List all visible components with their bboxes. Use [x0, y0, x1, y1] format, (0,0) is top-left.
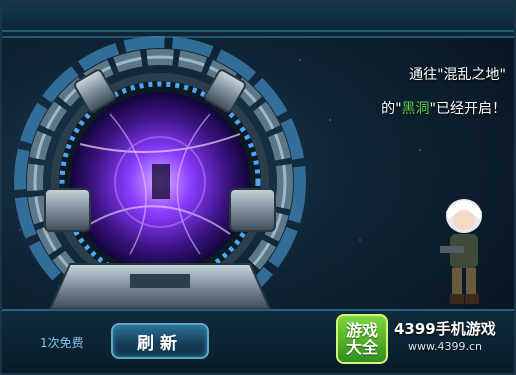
- game-guide-badge: 游戏 大全: [336, 314, 388, 364]
- badge-line-1: 游戏: [345, 321, 378, 340]
- announcement-line-1: 通往"混乱之地": [409, 67, 506, 83]
- announcement-suffix: "已经开启！: [429, 101, 506, 117]
- top-frame-strip: [0, 0, 516, 38]
- watermark-title: 4399手机游戏: [394, 320, 496, 338]
- refresh-button[interactable]: 刷新: [111, 323, 209, 359]
- character-sprite: [440, 199, 482, 304]
- announcement-line-2: 的"黑洞"已经开启！: [381, 98, 506, 118]
- watermark-logo: 游戏 大全 4399手机游戏 www.4399.cn: [336, 314, 508, 364]
- announcement-prefix: 的": [381, 101, 402, 117]
- watermark-url: www.4399.cn: [408, 340, 482, 353]
- portal-icon: [14, 36, 306, 328]
- game-screen: 通往"混乱之地" 的"黑洞"已经开启！ 1次免费 刷新 游戏 大全 4399手机…: [0, 0, 516, 375]
- black-hole-highlight: 黑洞: [401, 101, 430, 117]
- badge-line-2: 大全: [345, 338, 378, 357]
- free-count-label: 1次免费: [40, 336, 84, 350]
- black-hole-portal[interactable]: [10, 34, 340, 329]
